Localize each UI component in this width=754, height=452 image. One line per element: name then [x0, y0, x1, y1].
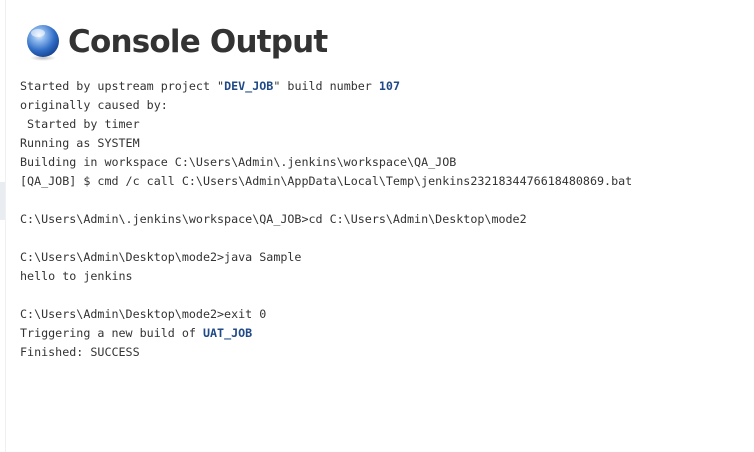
console-line: Finished: SUCCESS	[20, 345, 140, 359]
page: Console Output Started by upstream proje…	[0, 0, 754, 452]
side-panel-edge	[0, 0, 6, 452]
terminal-orb-icon	[27, 25, 59, 61]
console-line: Running as SYSTEM	[20, 136, 140, 150]
upstream-project-link[interactable]: DEV_JOB	[224, 79, 273, 93]
page-title: Console Output	[68, 24, 328, 60]
console-line: C:\Users\Admin\.jenkins\workspace\QA_JOB…	[20, 212, 527, 226]
build-number-link[interactable]: 107	[379, 79, 400, 93]
console-line: Building in workspace C:\Users\Admin\.je…	[20, 155, 457, 169]
console-output: Started by upstream project "DEV_JOB" bu…	[20, 77, 632, 362]
console-line: originally caused by:	[20, 98, 168, 112]
console-line: C:\Users\Admin\Desktop\mode2>java Sample	[20, 250, 302, 264]
console-line: Started by timer	[20, 117, 140, 131]
console-text: Triggering a new build of	[20, 326, 203, 340]
console-line: Triggering a new build of UAT_JOB	[20, 324, 632, 343]
console-line: [QA_JOB] $ cmd /c call C:\Users\Admin\Ap…	[20, 174, 633, 188]
side-panel-collapse-handle[interactable]	[0, 182, 5, 220]
console-line: C:\Users\Admin\Desktop\mode2>exit 0	[20, 307, 267, 321]
console-text: Started by upstream project "	[20, 79, 225, 93]
console-text: " build number	[273, 79, 379, 93]
page-header: Console Output	[24, 22, 328, 62]
downstream-project-link[interactable]: UAT_JOB	[203, 326, 252, 340]
console-line: hello to jenkins	[20, 269, 133, 283]
console-line: Started by upstream project "DEV_JOB" bu…	[20, 77, 632, 96]
